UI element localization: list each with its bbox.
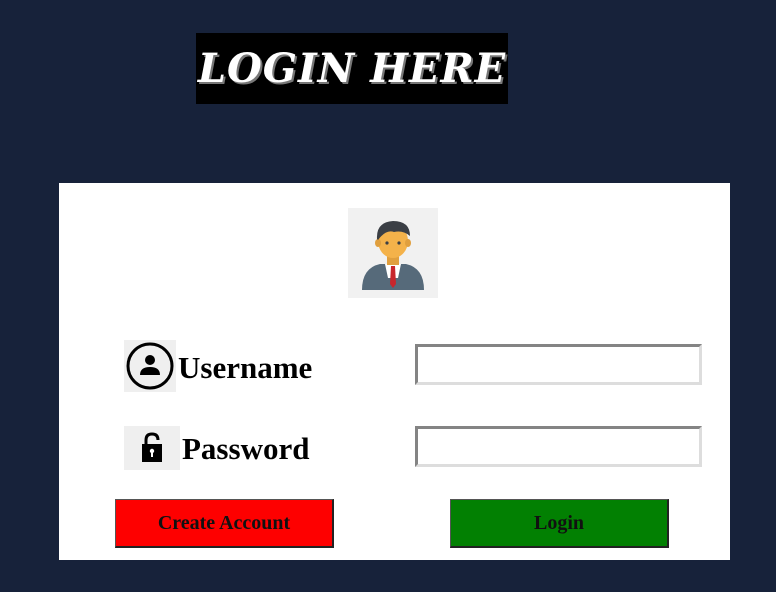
password-label: Password [182,431,310,466]
username-label: Username [178,350,313,385]
create-account-button[interactable]: Create Account [115,499,334,548]
password-input[interactable] [415,426,702,467]
username-input[interactable] [415,344,702,385]
user-circle-icon [124,340,176,392]
page-title: LOGIN HERE [197,45,507,92]
title-banner: LOGIN HERE [196,33,508,104]
login-button[interactable]: Login [450,499,669,548]
login-panel: Username Password Create Account Login [59,183,730,560]
user-avatar-icon [348,208,438,298]
padlock-icon [124,426,180,470]
